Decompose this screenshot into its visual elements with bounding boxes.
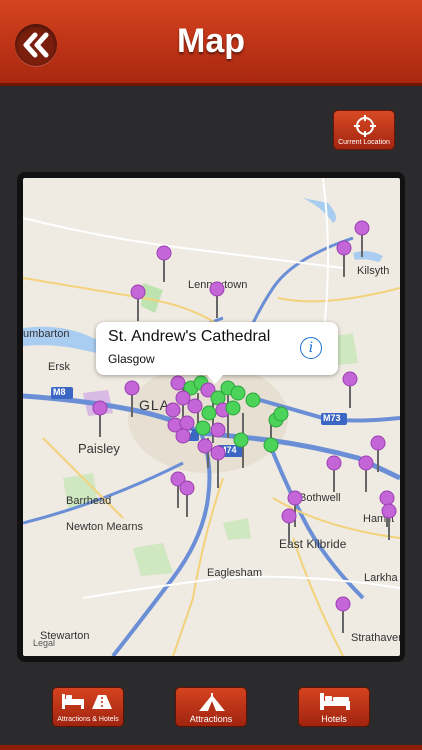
current-location-button[interactable]: Current Location [333,110,395,150]
callout-title: St. Andrew's Cathedral [108,328,271,345]
purple-pin-marker[interactable] [370,435,386,472]
purple-pin-marker[interactable] [326,455,342,492]
purple-pin-marker[interactable] [209,281,225,318]
callout-subtitle: Glasgow [108,352,155,366]
tent-icon [199,693,225,711]
bed-and-road-icon [62,694,112,709]
page-title: Map [177,22,245,60]
callout-pointer [206,374,224,384]
map-view[interactable]: M8 M73 M74 7 umbarton Lennoxtown Kilsyth… [23,178,400,656]
purple-pin-marker[interactable] [381,503,397,540]
info-button[interactable]: i [300,337,322,359]
pin-cluster[interactable] [165,375,289,488]
location-callout[interactable]: St. Andrew's Cathedral Glasgow i [96,322,338,384]
footer-bar [0,745,422,750]
header-bar: Map [0,0,422,86]
purple-pin-marker[interactable] [335,596,351,633]
purple-pin-marker[interactable] [156,245,172,282]
purple-pin-marker[interactable] [336,240,352,277]
purple-pin-marker[interactable] [358,455,374,492]
purple-pin-marker[interactable] [179,480,195,517]
tab-hotels[interactable]: Hotels [298,687,370,727]
tab-attractions-hotels-label: Attractions & Hotels [57,716,119,723]
purple-pin-marker[interactable] [354,220,370,257]
crosshair-icon [354,115,376,137]
purple-pin-marker[interactable] [92,400,108,437]
tab-hotels-label: Hotels [321,714,347,724]
map-pins [92,220,397,633]
purple-pin-marker[interactable] [130,284,146,321]
purple-pin-marker[interactable] [124,380,140,417]
tab-attractions-hotels[interactable]: Attractions & Hotels [52,687,124,727]
tab-attractions[interactable]: Attractions [175,687,247,727]
tab-attractions-label: Attractions [189,714,233,724]
purple-pin-marker[interactable] [342,371,358,408]
purple-pin-marker[interactable] [281,508,297,545]
current-location-label: Current Location [338,139,390,146]
bed-icon [320,693,350,710]
